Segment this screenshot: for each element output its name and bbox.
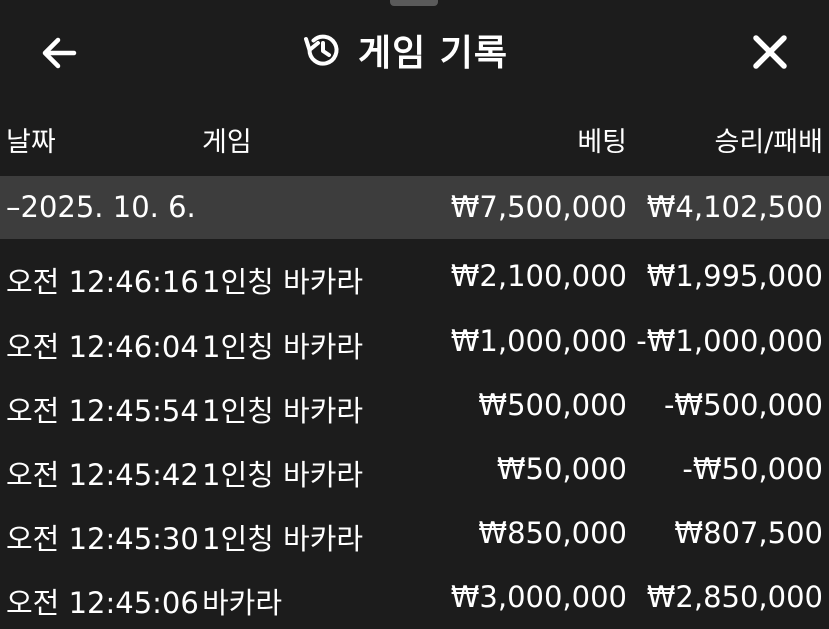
row-game: 바카라: [202, 586, 283, 620]
row-game: 1인칭 바카라: [202, 330, 364, 364]
row-bet: ₩1,000,000: [450, 324, 627, 358]
row-time: 오전 12:46:04: [6, 330, 199, 364]
row-bet: ₩850,000: [478, 516, 627, 550]
row-game: 1인칭 바카라: [202, 522, 364, 556]
group-result-total: ₩4,102,500: [646, 190, 823, 224]
column-headers: 날짜 게임 베팅 승리/패배: [0, 120, 829, 168]
row-bet: ₩3,000,000: [450, 580, 627, 614]
table-row[interactable]: 오전 12:45:06 바카라 ₩3,000,000 ₩2,850,000: [0, 566, 829, 629]
title-area: 게임 기록: [300, 24, 508, 76]
table-row[interactable]: 오전 12:46:16 1인칭 바카라 ₩2,100,000 ₩1,995,00…: [0, 245, 829, 308]
column-header-bet: 베팅: [577, 127, 627, 158]
close-button[interactable]: [748, 30, 792, 74]
table-row[interactable]: 오전 12:45:30 1인칭 바카라 ₩850,000 ₩807,500: [0, 502, 829, 565]
row-bet: ₩500,000: [478, 388, 627, 422]
group-date: –2025. 10. 6.: [6, 190, 196, 224]
row-game: 1인칭 바카라: [202, 394, 364, 428]
row-time: 오전 12:45:42: [6, 458, 199, 492]
row-bet: ₩2,100,000: [450, 259, 627, 293]
row-result: ₩807,500: [674, 516, 823, 550]
row-bet: ₩50,000: [496, 452, 627, 486]
arrow-left-icon: [42, 37, 77, 69]
row-game: 1인칭 바카라: [202, 265, 364, 299]
back-button[interactable]: [38, 32, 80, 74]
page-title: 게임 기록: [358, 33, 509, 74]
row-result: ₩2,850,000: [646, 580, 823, 614]
row-time: 오전 12:45:30: [6, 522, 199, 556]
header: 게임 기록: [0, 0, 829, 100]
row-result: -₩50,000: [682, 452, 823, 486]
row-result: -₩1,000,000: [636, 324, 823, 358]
history-icon: [304, 34, 339, 66]
column-header-game: 게임: [202, 127, 252, 158]
group-bet-total: ₩7,500,000: [450, 190, 627, 224]
column-header-result: 승리/패배: [714, 127, 823, 158]
close-icon: [753, 35, 787, 69]
column-header-date: 날짜: [6, 127, 56, 158]
table-row[interactable]: 오전 12:45:42 1인칭 바카라 ₩50,000 -₩50,000: [0, 438, 829, 501]
row-result: -₩500,000: [663, 388, 823, 422]
date-group-header[interactable]: –2025. 10. 6. ₩7,500,000 ₩4,102,500: [0, 176, 829, 239]
table-row[interactable]: 오전 12:45:54 1인칭 바카라 ₩500,000 -₩500,000: [0, 374, 829, 437]
row-time: 오전 12:46:16: [6, 265, 199, 299]
table-row[interactable]: 오전 12:46:04 1인칭 바카라 ₩1,000,000 -₩1,000,0…: [0, 310, 829, 373]
row-time: 오전 12:45:06: [6, 586, 199, 620]
row-result: ₩1,995,000: [646, 259, 823, 293]
row-time: 오전 12:45:54: [6, 394, 199, 428]
row-game: 1인칭 바카라: [202, 458, 364, 492]
